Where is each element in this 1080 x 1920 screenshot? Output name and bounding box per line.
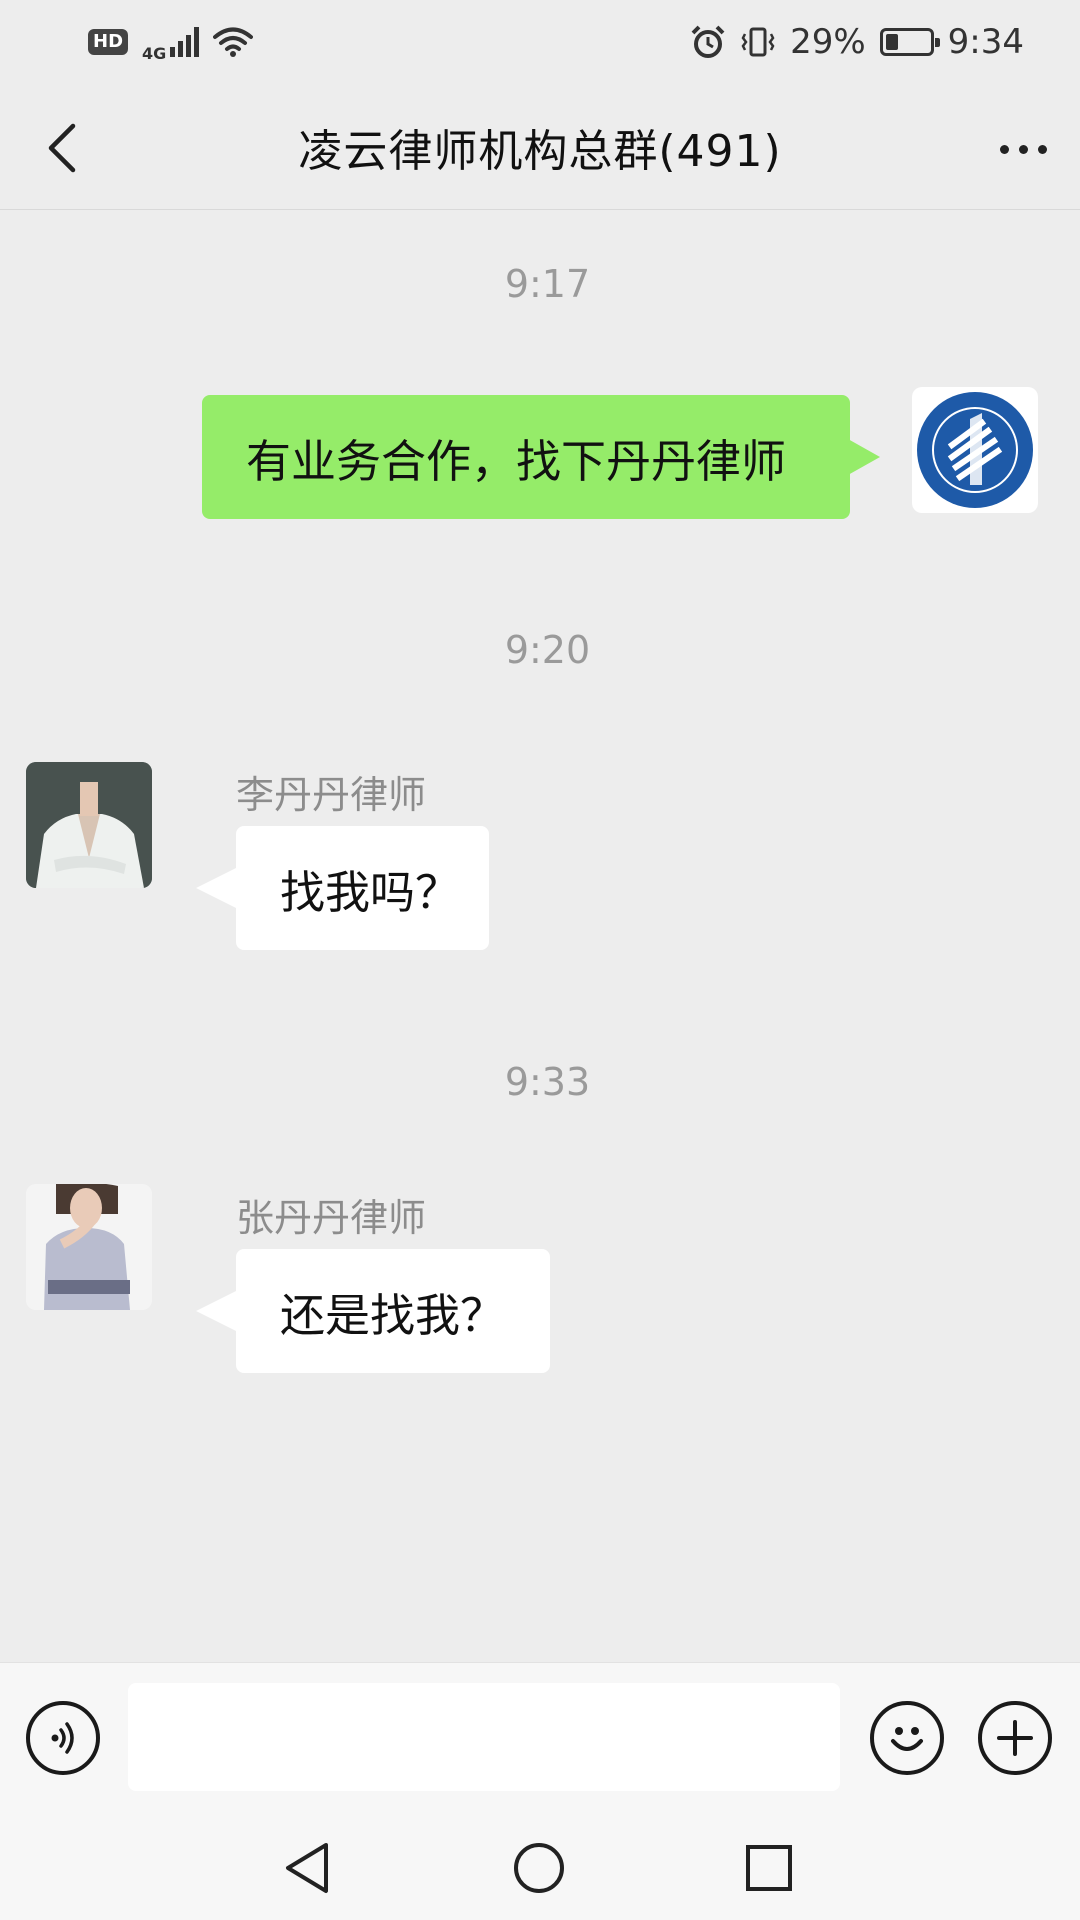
input-bar — [0, 1662, 1080, 1814]
system-nav-bar — [0, 1814, 1080, 1920]
clock-time: 9:34 — [947, 22, 1024, 62]
voice-icon — [51, 1722, 74, 1754]
lingyun-law-firm-logo — [917, 392, 1033, 508]
lawyer-photo-white-suit — [26, 762, 152, 888]
plus-button[interactable] — [978, 1701, 1052, 1775]
message-bubble-incoming[interactable]: 找我吗？ — [196, 826, 489, 950]
message-bubble-outgoing[interactable]: 有业务合作，找下丹丹律师 — [202, 395, 880, 519]
more-dot — [1018, 144, 1028, 154]
message-text: 有业务合作，找下丹丹律师 — [246, 434, 787, 488]
avatar-self[interactable] — [912, 387, 1038, 513]
nav-recents-button[interactable] — [734, 1838, 804, 1898]
status-left: HD 4G — [88, 22, 254, 63]
status-right: 29% 9:34 — [690, 22, 1024, 62]
nav-home-button[interactable] — [504, 1838, 574, 1898]
voice-button[interactable] — [26, 1701, 100, 1775]
back-button[interactable] — [36, 120, 86, 176]
chat-title: 凌云律师机构总群(491) — [298, 125, 782, 177]
message-text: 找我吗？ — [280, 865, 461, 919]
message-timestamp: 9:20 — [504, 628, 591, 672]
chevron-left-icon — [48, 123, 76, 173]
battery-icon — [879, 28, 940, 56]
wifi-icon — [213, 26, 254, 58]
triangle-back-icon — [286, 1843, 328, 1893]
battery-percent: 29% — [790, 22, 866, 62]
square-recents-icon — [746, 1845, 792, 1891]
sender-name: 李丹丹律师 — [236, 773, 427, 817]
nav-back-button[interactable] — [272, 1838, 342, 1898]
avatar-zhang-dandan[interactable] — [26, 1184, 152, 1310]
status-bar: HD 4G 29% 9:34 — [0, 0, 1080, 84]
signal-icon — [170, 27, 200, 57]
message-input[interactable] — [128, 1683, 840, 1791]
network-type: 4G — [142, 43, 167, 63]
circle-home-icon — [514, 1843, 564, 1893]
message-text: 还是找我？ — [280, 1288, 506, 1342]
chat-header: 凌云律师机构总群(491) — [0, 84, 1080, 210]
message-timestamp: 9:17 — [504, 262, 591, 306]
message-bubble-incoming[interactable]: 还是找我？ — [196, 1249, 550, 1373]
emoji-button[interactable] — [870, 1701, 944, 1775]
message-timestamp: 9:33 — [504, 1060, 591, 1104]
lawyer-photo-lavender-shirt — [26, 1184, 152, 1310]
emoji-icon — [891, 1727, 923, 1751]
hd-badge: HD — [88, 29, 129, 55]
more-button[interactable] — [988, 124, 1058, 174]
avatar-li-dandan[interactable] — [26, 762, 152, 888]
alarm-icon — [690, 24, 726, 60]
sender-name: 张丹丹律师 — [236, 1196, 427, 1240]
more-dot — [999, 144, 1009, 154]
vibrate-icon — [740, 24, 776, 60]
more-dot — [1037, 144, 1047, 154]
plus-icon — [997, 1720, 1033, 1756]
